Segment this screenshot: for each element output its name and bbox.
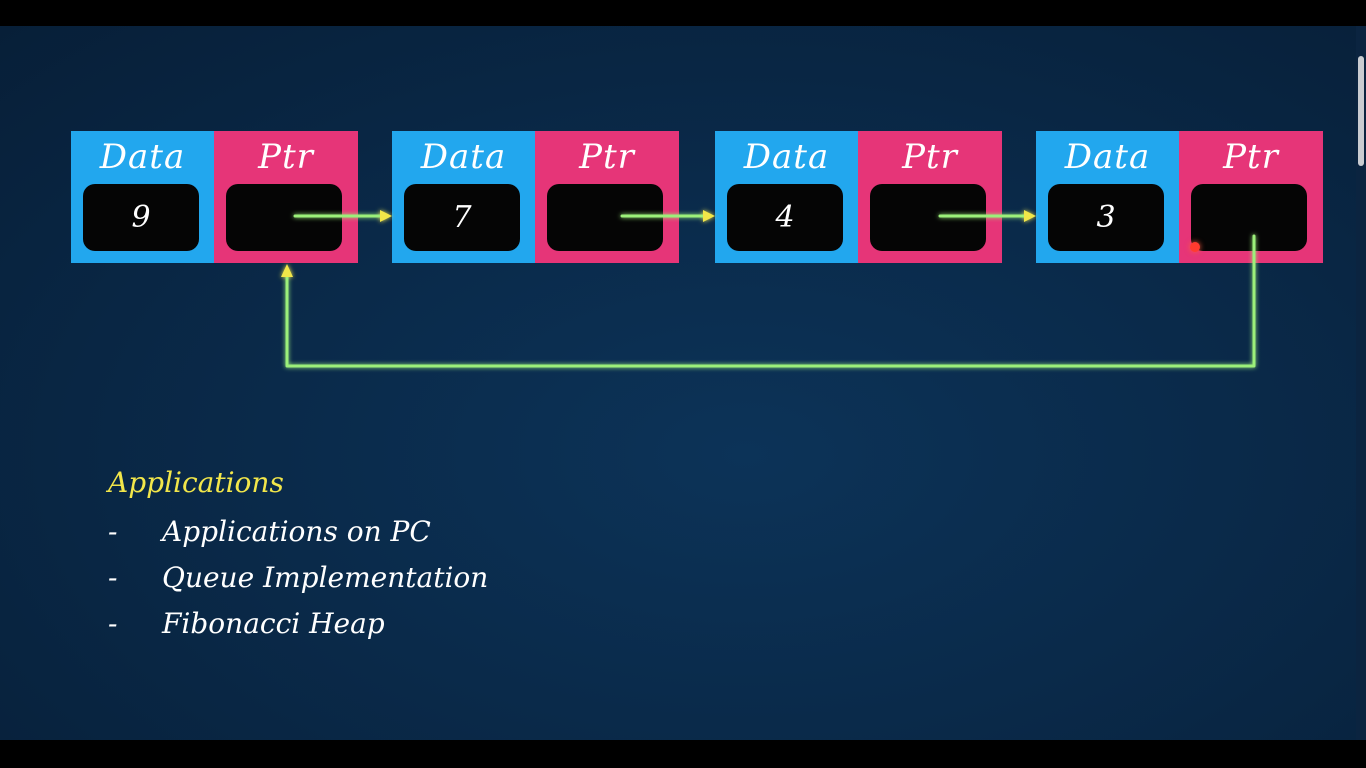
video-frame: Data 9 Ptr Data 7 Ptr Data 4 Ptr Data 3 … (0, 0, 1366, 768)
arrow-head-icon (281, 264, 293, 277)
data-value: 3 (1096, 200, 1116, 235)
data-value-box: 7 (404, 184, 520, 251)
scrollbar-thumb[interactable] (1358, 56, 1364, 166)
ptr-value-box (870, 184, 986, 251)
list-node-3: Data 4 Ptr (715, 131, 1002, 263)
data-label: Data (99, 137, 186, 177)
data-value-box: 3 (1048, 184, 1164, 251)
ptr-label: Ptr (902, 137, 958, 177)
data-cell: Data 3 (1036, 131, 1179, 263)
list-bullet: - (108, 515, 118, 548)
data-label: Data (1064, 137, 1151, 177)
list-node-2: Data 7 Ptr (392, 131, 679, 263)
data-label: Data (743, 137, 830, 177)
arrow-head-icon (1024, 210, 1036, 222)
ptr-cell: Ptr (1179, 131, 1323, 263)
slide-canvas: Data 9 Ptr Data 7 Ptr Data 4 Ptr Data 3 … (0, 26, 1356, 740)
list-node-1: Data 9 Ptr (71, 131, 358, 263)
data-label: Data (420, 137, 507, 177)
list-node-4: Data 3 Ptr (1036, 131, 1323, 263)
ptr-label: Ptr (258, 137, 314, 177)
list-item: - Queue Implementation (108, 555, 488, 601)
data-cell: Data 4 (715, 131, 858, 263)
data-value: 7 (452, 200, 472, 235)
ptr-value-box (226, 184, 342, 251)
ptr-value-box (547, 184, 663, 251)
ptr-cell: Ptr (535, 131, 679, 263)
list-item: - Fibonacci Heap (108, 601, 385, 647)
ptr-cell: Ptr (214, 131, 358, 263)
arrow-head-icon (380, 210, 392, 222)
data-value: 4 (775, 200, 795, 235)
data-cell: Data 7 (392, 131, 535, 263)
data-value-box: 4 (727, 184, 843, 251)
ptr-label: Ptr (1223, 137, 1279, 177)
data-value: 9 (131, 200, 151, 235)
data-cell: Data 9 (71, 131, 214, 263)
cursor-pointer-icon (1190, 242, 1200, 252)
list-bullet: - (108, 561, 118, 594)
list-bullet: - (108, 607, 118, 640)
ptr-value-box (1191, 184, 1307, 251)
data-value-box: 9 (83, 184, 199, 251)
ptr-label: Ptr (579, 137, 635, 177)
applications-list: Applications - Applications on PC - Queu… (108, 466, 488, 647)
ptr-cell: Ptr (858, 131, 1002, 263)
vertical-scrollbar[interactable] (1356, 26, 1366, 740)
applications-title: Applications (108, 466, 284, 499)
list-item-text: Applications on PC (162, 515, 431, 548)
list-item-text: Fibonacci Heap (162, 607, 385, 640)
list-item: - Applications on PC (108, 509, 431, 555)
arrow-head-icon (703, 210, 715, 222)
list-item-text: Queue Implementation (162, 561, 489, 594)
